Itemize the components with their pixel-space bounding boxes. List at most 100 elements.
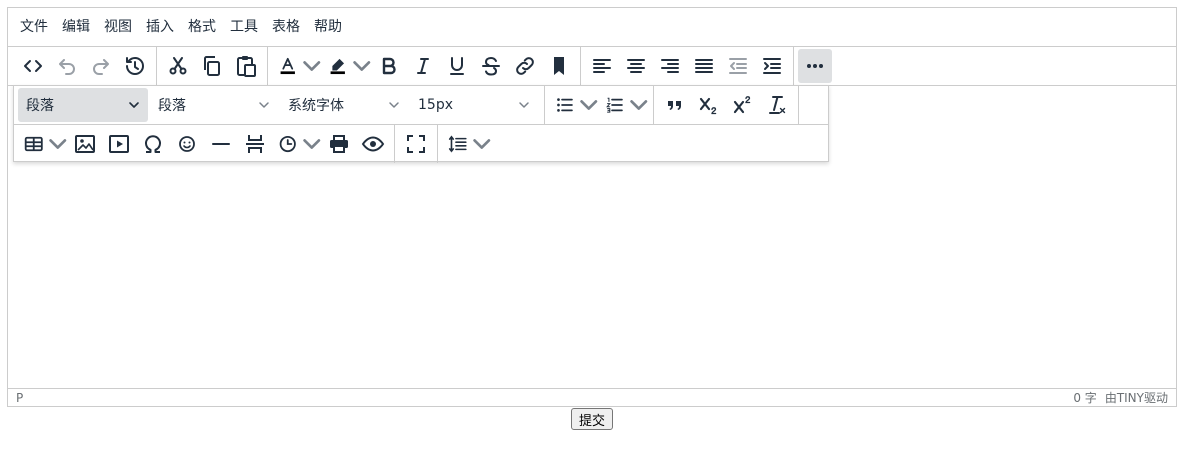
menu-edit[interactable]: 编辑: [56, 13, 96, 41]
link-button[interactable]: [508, 49, 542, 83]
align-center-button[interactable]: [619, 49, 653, 83]
menu-file[interactable]: 文件: [14, 13, 54, 41]
paste-button[interactable]: [229, 49, 263, 83]
cut-button[interactable]: [161, 49, 195, 83]
italic-button[interactable]: [406, 49, 440, 83]
align-right-button[interactable]: [653, 49, 687, 83]
chevron-down-icon: [472, 138, 490, 149]
copy-button[interactable]: [195, 49, 229, 83]
more-toolbar-button[interactable]: [798, 49, 832, 83]
overflow-row-2: [14, 124, 828, 163]
menubar: 文件 编辑 视图 插入 格式 工具 表格 帮助: [8, 8, 1176, 47]
toolbar-group-text-style: [268, 46, 581, 86]
smiley-icon: [179, 135, 195, 152]
history-icon: [126, 56, 144, 75]
menu-format[interactable]: 格式: [182, 13, 222, 41]
special-character-button[interactable]: [136, 127, 170, 161]
copy-icon: [204, 56, 220, 76]
code-icon: [24, 60, 42, 72]
toolbar-group-clipboard: [157, 46, 268, 86]
bullet-list-button[interactable]: [549, 88, 599, 122]
align-justify-icon: [695, 59, 713, 73]
emoticons-button[interactable]: [170, 127, 204, 161]
print-button[interactable]: [322, 127, 356, 161]
submit-button[interactable]: 提交: [571, 408, 614, 430]
undo-button[interactable]: [50, 49, 84, 83]
block-format-dropdown[interactable]: 段落: [150, 88, 278, 122]
toolbar-overflow-drawer: 段落 段落 系统字体 15px: [13, 85, 829, 163]
superscript-button[interactable]: [726, 88, 760, 122]
anchor-button[interactable]: [542, 49, 576, 83]
font-family-dropdown[interactable]: 系统字体: [280, 88, 408, 122]
scissors-icon: [169, 57, 187, 75]
fullscreen-button[interactable]: [399, 127, 433, 161]
powered-by-link[interactable]: 由TINY驱动: [1105, 389, 1168, 406]
horizontal-rule-icon: [212, 142, 230, 145]
bold-icon: [382, 57, 396, 75]
chevron-down-icon: [629, 100, 647, 110]
underline-button[interactable]: [440, 49, 474, 83]
block-select-value: 段落: [26, 98, 54, 114]
italic-icon: [417, 58, 429, 74]
chevron-down-icon: [389, 102, 399, 108]
word-count[interactable]: 0 字: [1073, 389, 1096, 406]
restore-draft-button[interactable]: [118, 49, 152, 83]
page-break-button[interactable]: [238, 127, 272, 161]
strikethrough-icon: [482, 56, 500, 76]
menu-table[interactable]: 表格: [266, 13, 306, 41]
toolbar-group-more: [794, 47, 836, 86]
superscript-icon: [733, 96, 751, 114]
clear-formatting-button[interactable]: [760, 88, 794, 122]
source-code-button[interactable]: [16, 49, 50, 83]
highlight-color-button[interactable]: [322, 49, 372, 83]
undo-icon: [59, 59, 75, 75]
font-size-dropdown[interactable]: 15px: [410, 88, 538, 122]
overflow-row-1: 段落 段落 系统字体 15px: [14, 85, 828, 125]
chevron-down-icon: [352, 61, 370, 71]
element-path[interactable]: P: [16, 391, 23, 405]
statusbar-right: 0 字 由TINY驱动: [1073, 389, 1168, 406]
indent-button[interactable]: [755, 49, 789, 83]
redo-button[interactable]: [84, 49, 118, 83]
numbered-list-button[interactable]: [599, 88, 649, 122]
toolbar-group-history: [12, 46, 157, 86]
subscript-button[interactable]: [692, 88, 726, 122]
insert-image-button[interactable]: [68, 127, 102, 161]
block-select-dropdown[interactable]: 段落: [18, 88, 148, 122]
toolbar-group-view: [395, 124, 438, 163]
menu-insert[interactable]: 插入: [140, 13, 180, 41]
outdent-button[interactable]: [721, 49, 755, 83]
table-icon: [24, 136, 43, 151]
more-dots-icon: [807, 64, 823, 68]
text-color-button[interactable]: [272, 49, 322, 83]
strikethrough-button[interactable]: [474, 49, 508, 83]
blockquote-button[interactable]: [658, 88, 692, 122]
chevron-down-icon: [519, 102, 529, 108]
bold-button[interactable]: [372, 49, 406, 83]
chevron-down-icon: [579, 100, 597, 110]
numbered-list-icon: [606, 97, 623, 113]
menu-view[interactable]: 视图: [98, 13, 138, 41]
fullscreen-icon: [407, 134, 425, 153]
clock-icon: [279, 135, 296, 152]
page-break-icon: [246, 134, 264, 153]
align-right-icon: [661, 59, 679, 73]
insert-datetime-button[interactable]: [272, 127, 322, 161]
eye-icon: [361, 135, 385, 152]
indent-icon: [763, 58, 781, 74]
align-left-button[interactable]: [585, 49, 619, 83]
preview-button[interactable]: [356, 127, 390, 161]
align-justify-button[interactable]: [687, 49, 721, 83]
link-icon: [516, 57, 534, 75]
rich-text-editor: 文件 编辑 视图 插入 格式 工具 表格 帮助 段落 段落 系统字体 15px …: [7, 7, 1177, 407]
horizontal-line-button[interactable]: [204, 127, 238, 161]
line-height-button[interactable]: [442, 127, 492, 161]
redo-icon: [93, 59, 109, 75]
insert-media-button[interactable]: [102, 127, 136, 161]
table-button[interactable]: [18, 127, 68, 161]
highlighter-icon: [330, 58, 345, 75]
menu-tools[interactable]: 工具: [224, 13, 264, 41]
menu-help[interactable]: 帮助: [308, 13, 348, 41]
outdent-icon: [729, 58, 747, 74]
toolbar-group-script: [654, 85, 799, 125]
